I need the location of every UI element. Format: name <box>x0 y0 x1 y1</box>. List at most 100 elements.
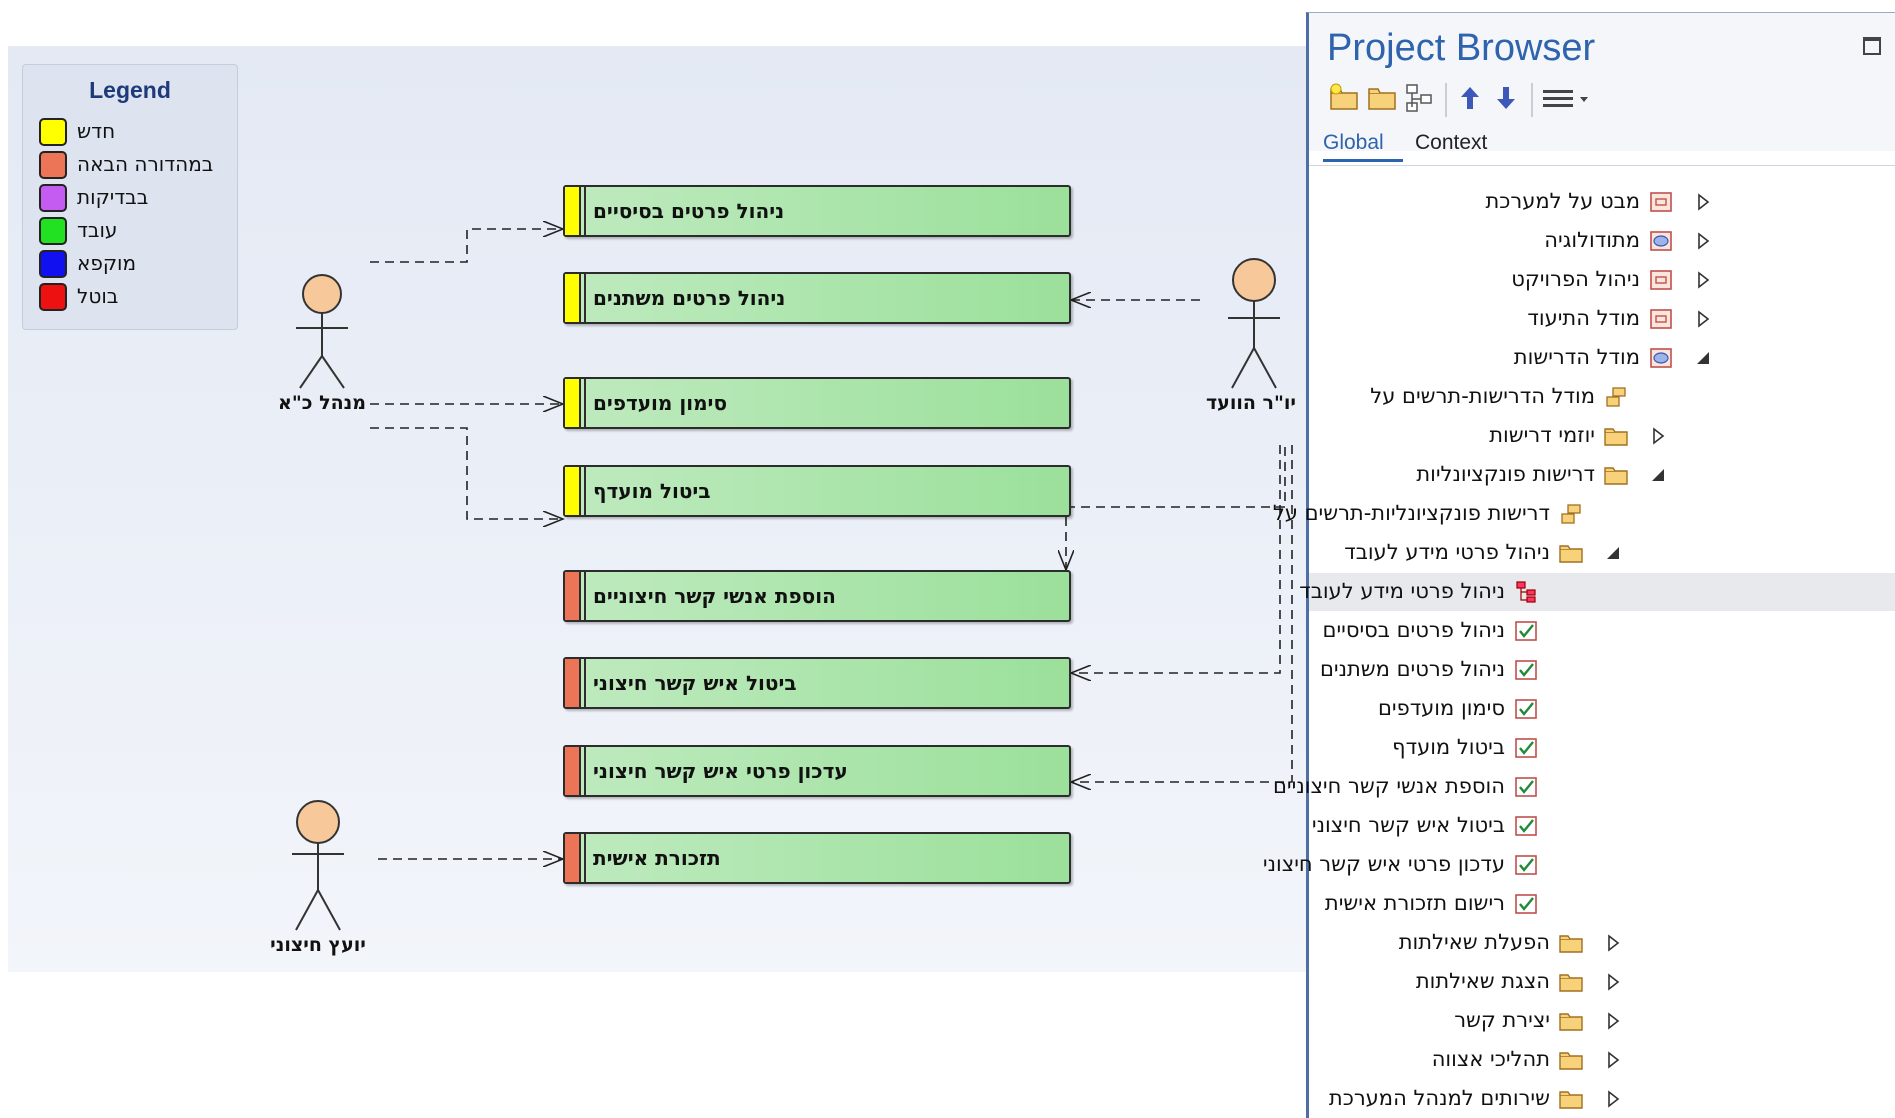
browser-toolbar <box>1327 81 1827 119</box>
tree-node-label: מודל הדרישות <box>1513 345 1640 369</box>
tree-node[interactable]: מתודולוגיה <box>1309 222 1895 260</box>
tree-node[interactable]: מודל הדרישות <box>1309 339 1895 377</box>
expand-arrow-icon[interactable] <box>1604 1011 1622 1031</box>
use-case-cancel-contact[interactable]: ביטול איש קשר חיצוני <box>563 657 1071 709</box>
status-stripe <box>565 834 586 882</box>
status-stripe <box>565 747 586 795</box>
maximize-icon[interactable] <box>1863 37 1881 55</box>
expand-arrow-icon[interactable] <box>1604 933 1622 953</box>
legend-swatch <box>39 217 67 245</box>
tree-node[interactable]: דרישות פונקציונליות-תרשים על <box>1273 495 1895 533</box>
tree-node[interactable]: עדכון פרטי איש קשר חיצוני <box>1263 846 1895 884</box>
tree-node-label: שירותים למנהל המערכת <box>1328 1086 1550 1110</box>
package-icon <box>1650 192 1672 212</box>
tree-node[interactable]: מודל הדרישות-תרשים על <box>1309 378 1895 416</box>
collapse-arrow-icon[interactable] <box>1604 543 1622 563</box>
tree-node[interactable]: הפעלת שאילתות <box>1309 924 1895 962</box>
connector-manager-basic <box>370 229 563 263</box>
actor-manager-figure[interactable] <box>294 274 350 392</box>
tree-node[interactable]: ניהול פרטים בסיסיים <box>1309 612 1895 650</box>
folder-icon <box>1559 1013 1583 1031</box>
tree-node-label: עדכון פרטי איש קשר חיצוני <box>1262 852 1505 876</box>
legend-panel[interactable]: Legend חדש במהדורה הבאה בבדיקות עובד מוק… <box>22 64 238 330</box>
expand-arrow-icon[interactable] <box>1694 270 1712 290</box>
requirement-icon <box>1515 621 1537 641</box>
tab-global[interactable]: Global <box>1323 131 1384 155</box>
project-browser-header: Project Browser Global Context <box>1309 13 1895 162</box>
expand-arrow-icon[interactable] <box>1604 972 1622 992</box>
new-package-icon[interactable] <box>1327 81 1361 115</box>
folder-icon <box>1604 467 1628 485</box>
requirement-icon <box>1515 777 1537 797</box>
usecase-diagram-icon <box>1516 581 1536 603</box>
tree-node[interactable]: מבט על למערכת <box>1309 183 1895 221</box>
tree-node-label: יצירת קשר <box>1454 1008 1550 1032</box>
collapse-arrow-icon[interactable] <box>1694 348 1712 368</box>
tree-node[interactable]: ביטול מועדף <box>1309 729 1895 767</box>
move-up-icon[interactable] <box>1453 81 1487 115</box>
actor-chair-name: יו"ר הוועד <box>1206 392 1296 414</box>
collapse-arrow-icon[interactable] <box>1649 465 1667 485</box>
use-case-mark-favorites[interactable]: סימון מועדפים <box>563 377 1071 429</box>
requirement-icon <box>1515 855 1537 875</box>
use-case-basic-details[interactable]: ניהול פרטים בסיסיים <box>563 185 1071 237</box>
tab-context[interactable]: Context <box>1415 131 1487 155</box>
tree-node[interactable]: ביטול איש קשר חיצוני <box>1309 807 1895 845</box>
use-case-variable-details[interactable]: ניהול פרטים משתנים <box>563 272 1071 324</box>
tree-node[interactable]: סימון מועדפים <box>1309 690 1895 728</box>
header-divider <box>1309 165 1895 166</box>
tree-node[interactable]: ניהול פרטים משתנים <box>1309 651 1895 689</box>
tree-node[interactable]: ניהול פרטי מידע לעובד <box>1299 573 1895 611</box>
requirement-icon <box>1515 894 1537 914</box>
actor-chair-figure[interactable] <box>1226 258 1282 392</box>
expand-arrow-icon[interactable] <box>1649 426 1667 446</box>
tree-node[interactable]: יוזמי דרישות <box>1309 417 1895 455</box>
legend-label: מוקפא <box>77 251 137 275</box>
use-case-label: הוספת אנשי קשר חיצוניים <box>593 584 836 608</box>
tree-node[interactable]: ניהול פרטי מידע לעובד <box>1309 534 1895 572</box>
expand-arrow-icon[interactable] <box>1694 309 1712 329</box>
expand-arrow-icon[interactable] <box>1604 1089 1622 1109</box>
tree-node[interactable]: מודל התיעוד <box>1309 300 1895 338</box>
new-diagram-icon[interactable] <box>1403 81 1437 115</box>
status-stripe <box>565 274 586 322</box>
tree-node-label: ניהול הפרויקט <box>1511 267 1640 291</box>
tree-node-label: הצגת שאילתות <box>1415 969 1550 993</box>
use-case-cancel-favorite[interactable]: ביטול מועדף <box>563 465 1071 517</box>
expand-arrow-icon[interactable] <box>1694 231 1712 251</box>
use-case-add-contacts[interactable]: הוספת אנשי קשר חיצוניים <box>563 570 1071 622</box>
tree-node[interactable]: הצגת שאילתות <box>1309 963 1895 1001</box>
tree-node-label: ניהול פרטים משתנים <box>1319 657 1505 681</box>
toolbar-separator <box>1445 83 1447 117</box>
tree-node[interactable]: דרישות פונקציונליות <box>1309 456 1895 494</box>
tree-node-label: מודל התיעוד <box>1527 306 1640 330</box>
expand-arrow-icon[interactable] <box>1694 192 1712 212</box>
diagram-icon <box>1606 387 1626 407</box>
folder-icon[interactable] <box>1365 81 1399 115</box>
tree-node[interactable]: שירותים למנהל המערכת <box>1309 1080 1895 1118</box>
folder-icon <box>1559 1091 1583 1109</box>
use-case-update-contact[interactable]: עדכון פרטי איש קשר חיצוני <box>563 745 1071 797</box>
legend-swatch <box>39 118 67 146</box>
tree-node-label: הפעלת שאילתות <box>1398 930 1550 954</box>
tree-node[interactable]: ניהול הפרויקט <box>1309 261 1895 299</box>
folder-icon <box>1559 974 1583 992</box>
legend-item: במהדורה הבאה <box>39 150 229 180</box>
tree-node[interactable]: הוספת אנשי קשר חיצוניים <box>1273 768 1895 806</box>
use-case-personal-reminder[interactable]: תזכורת אישית <box>563 832 1071 884</box>
menu-dropdown-icon[interactable] <box>1539 81 1595 115</box>
actor-consultant-figure[interactable] <box>290 800 346 934</box>
use-case-label: תזכורת אישית <box>593 846 721 870</box>
expand-arrow-icon[interactable] <box>1604 1050 1622 1070</box>
folder-icon <box>1559 545 1583 563</box>
tree-node[interactable]: רישום תזכורת אישית <box>1309 885 1895 923</box>
use-case-label: סימון מועדפים <box>593 391 728 415</box>
tree-node[interactable]: תהליכי אצווה <box>1309 1041 1895 1079</box>
connector-chair-update-contact <box>1071 445 1293 782</box>
move-down-icon[interactable] <box>1489 81 1523 115</box>
folder-icon <box>1559 1052 1583 1070</box>
tree-node[interactable]: יצירת קשר <box>1309 1002 1895 1040</box>
legend-swatch <box>39 250 67 278</box>
connector-chair-cancel-contact <box>1071 445 1281 673</box>
tree-node-label: יוזמי דרישות <box>1489 423 1595 447</box>
